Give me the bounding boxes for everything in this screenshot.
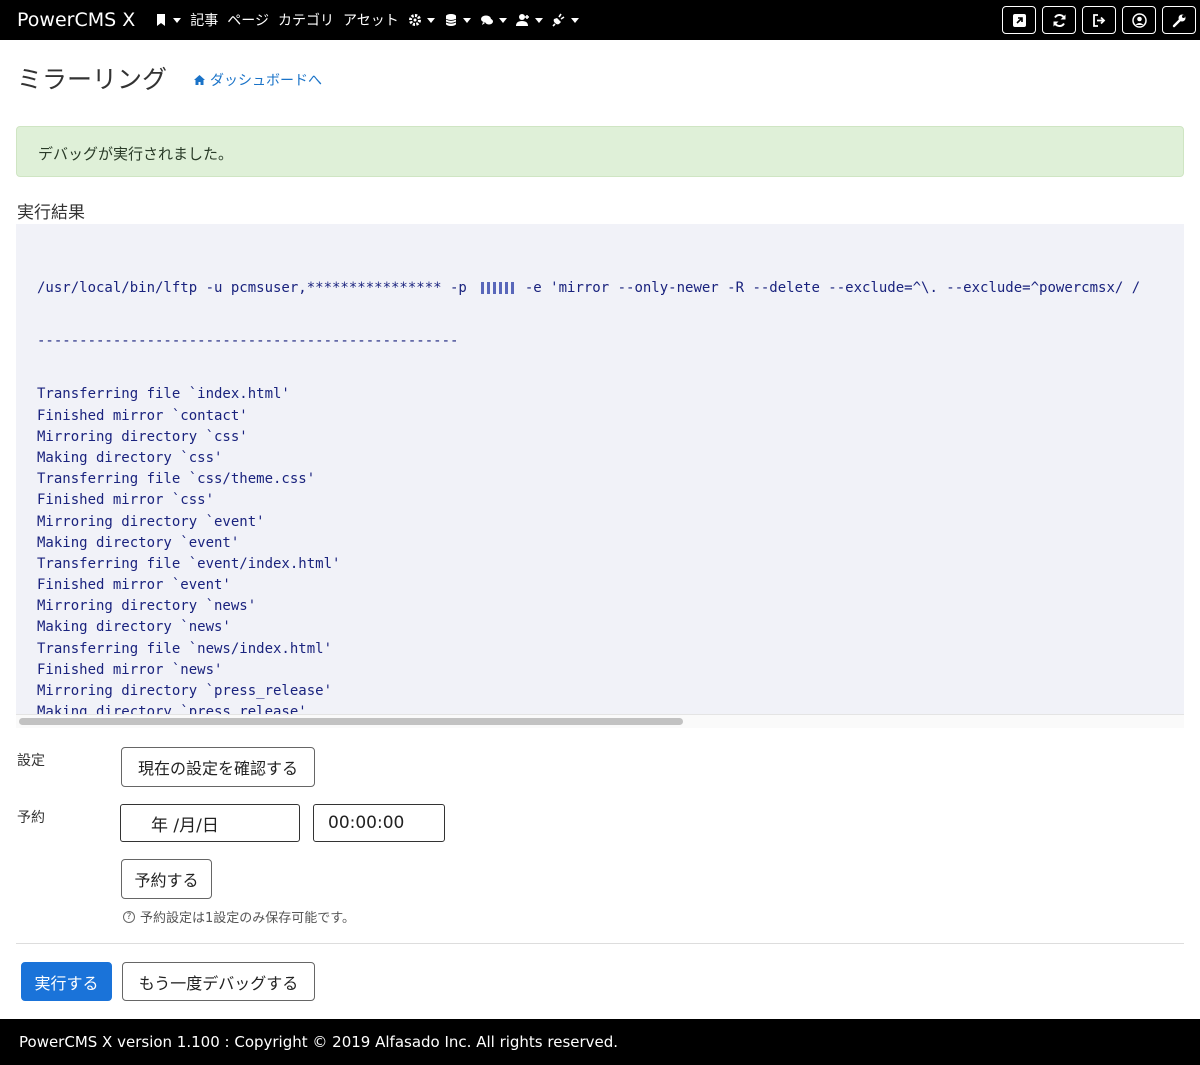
nav-settings-menu[interactable] [408,13,435,27]
user-icon [1131,12,1147,28]
wrench-icon [1172,14,1185,27]
home-icon [194,75,205,85]
result-lines: /usr/local/bin/lftp -u pcmsuser,********… [37,246,1140,728]
navbar-right-buttons [1002,6,1196,34]
sign-out-icon [1092,13,1105,27]
scrollbar-thumb[interactable] [19,718,683,725]
user-profile-button[interactable] [1122,6,1156,34]
chevron-down-icon [426,17,435,23]
output-line: Transferring file `index.html' [37,386,290,403]
result-output[interactable]: /usr/local/bin/lftp -u pcmsuser,********… [16,224,1184,728]
nav-assets[interactable]: アセット [343,10,399,30]
tools-button[interactable] [1162,6,1196,34]
command-line: /usr/local/bin/lftp -u pcmsuser,********… [37,278,1140,299]
nav-comments-menu[interactable] [480,13,507,27]
nav-pages[interactable]: ページ [227,10,269,30]
dashboard-link[interactable]: ダッシュボードへ [193,70,322,90]
command-prefix: /usr/local/bin/lftp -u pcmsuser,********… [37,280,467,296]
user-plus-icon [515,14,529,26]
gear-icon [408,14,421,26]
footer: PowerCMS X version 1.100 : Copyright © 2… [0,1019,1200,1065]
external-link-icon [1012,13,1026,27]
chevron-down-icon [570,17,579,23]
nav-plugins-menu[interactable] [552,13,579,27]
dashboard-link-label[interactable]: ダッシュボードへ [210,70,322,90]
output-line: Making directory `event' [37,534,240,551]
chevron-down-icon [498,17,507,23]
comments-icon [480,15,493,25]
question-icon: ? [123,910,135,923]
footer-copyright: PowerCMS X version 1.100 : Copyright © 2… [19,1033,619,1051]
divider [16,943,1184,944]
output-line: Transferring file `event/index.html' [37,555,341,572]
top-navbar: PowerCMS X 記事 ページ カテゴリ アセット [0,0,1200,40]
schedule-help-text: 予約設定は1設定のみ保存可能です。 [140,911,355,926]
output-line: Finished mirror `css' [37,492,215,509]
output-line: Transferring file `css/theme.css' [37,471,316,488]
separator-line: ----------------------------------------… [37,333,459,350]
output-line: Mirroring directory `event' [37,513,265,530]
schedule-time-input[interactable]: 00:00:00 [313,804,445,842]
rebuild-button[interactable] [1042,6,1076,34]
alert-message: デバッグが実行されました。 [38,145,234,163]
check-settings-button[interactable]: 現在の設定を確認する [121,747,315,787]
schedule-date-input[interactable]: 年 /月/日 [120,804,300,842]
output-line: Mirroring directory `news' [37,598,257,615]
output-line: Mirroring directory `press_release' [37,683,333,699]
nav-categories[interactable]: カテゴリ [278,10,334,30]
output-line: Finished mirror `news' [37,661,223,678]
view-site-button[interactable] [1002,6,1036,34]
schedule-button[interactable]: 予約する [121,859,212,899]
output-line: Mirroring directory `css' [37,428,248,445]
plug-icon [552,13,565,27]
success-alert: デバッグが実行されました。 [16,126,1184,177]
output-line: Making directory `news' [37,619,231,636]
brand-logo[interactable]: PowerCMS X [17,9,135,31]
debug-again-button[interactable]: もう一度デバッグする [122,962,315,1001]
chevron-down-icon [534,17,543,23]
nav-entries[interactable]: 記事 [190,10,218,30]
page-title: ミラーリング [17,65,168,94]
nav-bookmark-menu[interactable] [154,13,182,27]
schedule-help: ? 予約設定は1設定のみ保存可能です。 [123,907,355,926]
bookmark-icon [157,14,166,26]
result-heading: 実行結果 [17,203,85,223]
horizontal-scrollbar[interactable] [16,714,1184,728]
output-line: Finished mirror `contact' [37,407,248,424]
output-line: Transferring file `news/index.html' [37,640,333,657]
schedule-label: 予約 [17,810,45,826]
output-line: Finished mirror `event' [37,577,231,594]
chevron-down-icon [462,17,471,23]
database-icon [445,14,456,26]
redacted-port-mark [480,282,517,294]
settings-label: 設定 [17,753,45,769]
chevron-down-icon [173,17,182,23]
execute-button[interactable]: 実行する [21,962,112,1001]
nav-database-menu[interactable] [444,13,471,27]
logout-button[interactable] [1082,6,1116,34]
nav-users-menu[interactable] [515,13,543,27]
command-suffix: -e 'mirror --only-newer -R --delete --ex… [524,280,1141,296]
output-line: Making directory `css' [37,449,223,466]
refresh-icon [1053,13,1065,27]
